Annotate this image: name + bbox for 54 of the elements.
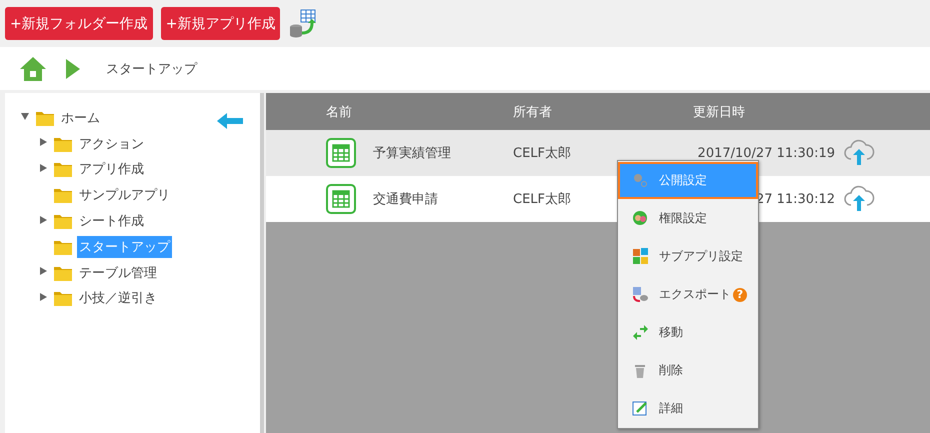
table-cell-text: CELF太郎 xyxy=(513,145,572,162)
folder-icon xyxy=(53,136,73,152)
menu-item[interactable]: サブアプリ設定 xyxy=(618,238,758,275)
collapse-arrow-icon[interactable] xyxy=(21,112,29,120)
menu-label: 移動 xyxy=(659,325,683,339)
play-icon xyxy=(66,58,80,78)
menu-label: 詳細 xyxy=(659,401,683,415)
folder-icon xyxy=(35,110,55,126)
expand-arrow-icon[interactable] xyxy=(39,138,47,146)
edit-icon xyxy=(632,400,649,417)
folder-icon xyxy=(53,187,73,204)
expand-arrow-icon[interactable] xyxy=(39,164,47,172)
menu-item[interactable]: 詳細 xyxy=(618,390,758,427)
expand-arrow-icon[interactable] xyxy=(39,267,47,276)
left-arrow-icon[interactable] xyxy=(217,113,243,129)
folder-icon xyxy=(53,161,73,178)
menu-item[interactable]: 移動 xyxy=(618,314,758,351)
column-header: 名前 xyxy=(326,104,353,120)
menu-label: 削除 xyxy=(659,363,683,377)
menu-item[interactable]: 削除 xyxy=(618,352,758,389)
folder-item[interactable]: シート作成 xyxy=(77,210,146,232)
column-header: 所有者 xyxy=(513,104,553,120)
menu-label: サブアプリ設定 xyxy=(659,249,743,263)
folder-icon xyxy=(53,264,73,281)
folder-item[interactable]: アクション xyxy=(77,132,146,155)
home-icon[interactable] xyxy=(20,56,46,80)
expand-arrow-icon[interactable] xyxy=(39,292,47,301)
table-icon xyxy=(326,184,356,214)
new-button[interactable]: +新規フォルダー作成 xyxy=(5,7,153,40)
table-cell-text: 交通費申請 xyxy=(373,191,439,208)
folder-item[interactable]: ホーム xyxy=(59,106,102,129)
menu-label: 公開設定 xyxy=(659,173,707,187)
cloud-upload-icon[interactable] xyxy=(843,185,875,213)
folder-item[interactable]: テーブル管理 xyxy=(77,262,159,284)
expand-arrow-icon[interactable] xyxy=(39,216,47,224)
new-button[interactable]: +新規アプリ作成 xyxy=(160,7,280,40)
blocks-icon xyxy=(632,248,649,265)
table-icon xyxy=(326,138,356,168)
table-cell-text: CELF太郎 xyxy=(513,191,572,208)
folder-icon xyxy=(53,213,73,230)
table-cell-text: 予算実績管理 xyxy=(373,145,452,162)
folder-item[interactable]: アプリ作成 xyxy=(77,158,146,180)
folder-item[interactable]: 小技／逆引き xyxy=(77,287,159,310)
menu-label: エクスポート xyxy=(659,287,731,301)
folder-icon xyxy=(53,290,73,306)
menu-label: 権限設定 xyxy=(659,211,707,225)
folder-item[interactable]: サンプルアプリ xyxy=(77,184,172,206)
folder-icon xyxy=(53,238,73,255)
database-table-icon[interactable] xyxy=(288,8,318,38)
breadcrumb-item: スタートアップ xyxy=(106,60,197,78)
column-header: 更新日時 xyxy=(692,104,746,120)
table-cell-text: 2017/10/27 11:30:19 xyxy=(696,146,836,160)
arrows-icon xyxy=(632,324,649,341)
menu-item[interactable]: エクスポート ? xyxy=(618,276,758,313)
